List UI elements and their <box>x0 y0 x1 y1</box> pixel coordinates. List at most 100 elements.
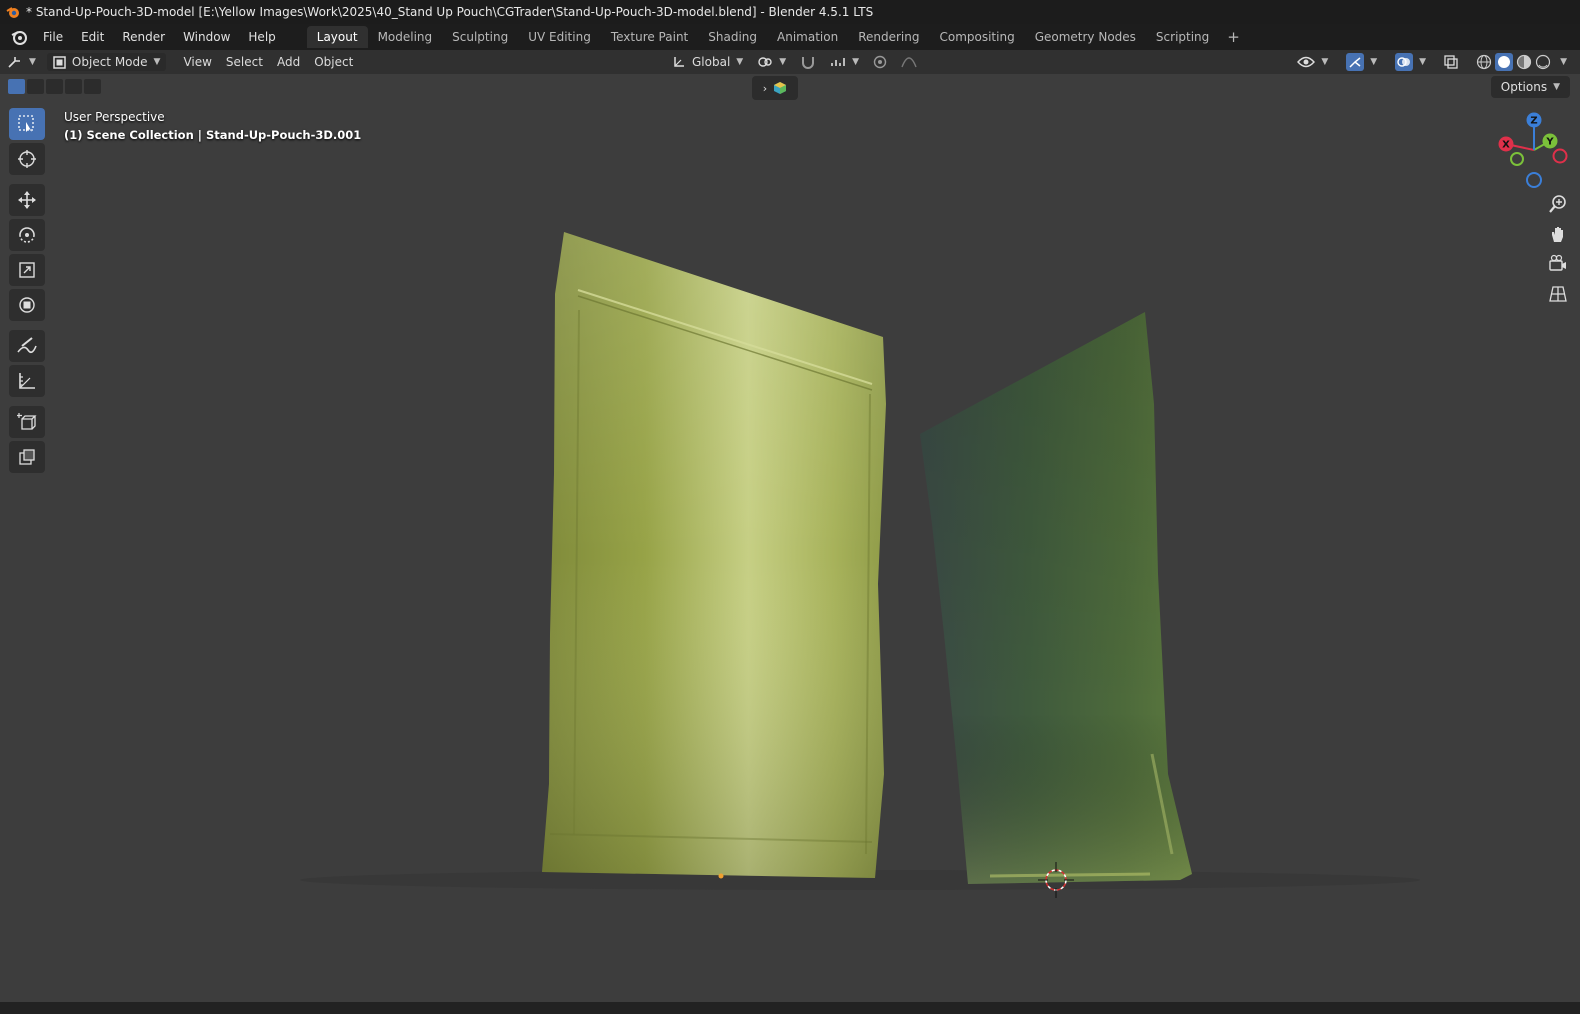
proportional-edit-toggle[interactable] <box>866 53 894 71</box>
select-box-icon <box>18 115 34 132</box>
pan-button[interactable] <box>1546 222 1570 246</box>
axis-x-label: X <box>1502 140 1510 151</box>
mode-select[interactable]: Object Mode ▼ <box>46 53 167 71</box>
add-primitive-icon <box>19 449 35 465</box>
pouch-front[interactable] <box>542 232 886 878</box>
gizmo-toggle[interactable]: ▼ <box>1339 51 1384 73</box>
pouch-back[interactable] <box>920 312 1192 884</box>
zoom-button[interactable] <box>1546 192 1570 216</box>
menu-help[interactable]: Help <box>239 28 284 46</box>
select-invert-icon[interactable] <box>65 79 82 94</box>
material-shading-icon[interactable] <box>1516 54 1532 70</box>
measure-tool[interactable] <box>9 365 45 397</box>
pivot-icon <box>758 57 772 67</box>
menu-window[interactable]: Window <box>174 28 239 46</box>
tab-texture-paint[interactable]: Texture Paint <box>601 26 698 48</box>
mode-label: Object Mode <box>71 55 148 69</box>
chevron-down-icon: ▼ <box>153 57 161 67</box>
select-subtract-icon[interactable] <box>46 79 63 94</box>
tab-compositing[interactable]: Compositing <box>929 26 1024 48</box>
viewport-info: User Perspective (1) Scene Collection | … <box>64 108 361 144</box>
proportional-falloff-select[interactable] <box>894 53 924 71</box>
chevron-down-icon: ▼ <box>29 57 36 67</box>
select-intersect-icon[interactable] <box>84 79 101 94</box>
editor-type-button[interactable]: ▼ <box>0 53 43 71</box>
zoom-icon <box>1549 195 1566 213</box>
add-primitive-tool[interactable] <box>9 441 45 473</box>
cursor-tool[interactable] <box>9 143 45 175</box>
tab-scripting[interactable]: Scripting <box>1146 26 1219 48</box>
shading-modes: ▼ <box>1469 51 1574 73</box>
annotate-tool[interactable] <box>9 330 45 362</box>
workspace-tabs: Layout Modeling Sculpting UV Editing Tex… <box>306 26 1248 48</box>
add-workspace-button[interactable]: + <box>1219 26 1248 48</box>
navigation-gizmo[interactable]: X Y Z <box>1494 108 1572 188</box>
select-box-tool[interactable] <box>9 108 45 140</box>
menu-edit[interactable]: Edit <box>72 28 113 46</box>
viewport-display-controls: ▼ ▼ ▼ ▼ <box>1290 50 1574 74</box>
pivot-point-select[interactable]: ▼ <box>750 53 793 71</box>
snap-increment-icon <box>831 58 845 66</box>
measure-icon <box>19 373 35 389</box>
scale-icon <box>19 262 35 278</box>
annotate-icon <box>17 337 37 354</box>
asset-shelf-toggle[interactable]: › <box>752 76 798 100</box>
rotate-tool[interactable] <box>9 219 45 251</box>
tab-modeling[interactable]: Modeling <box>368 26 443 48</box>
3d-viewport[interactable]: User Perspective (1) Scene Collection | … <box>0 74 1580 1002</box>
status-bar <box>0 1002 1580 1014</box>
transform-tool[interactable] <box>9 289 45 321</box>
tab-shading[interactable]: Shading <box>698 26 767 48</box>
pan-hand-icon <box>1552 227 1563 242</box>
object-origin <box>718 873 724 879</box>
overlays-icon <box>1395 53 1414 71</box>
perspective-toggle-button[interactable] <box>1546 282 1570 306</box>
overlays-toggle[interactable]: ▼ <box>1388 51 1433 73</box>
object-mode-icon <box>53 55 66 69</box>
wireframe-shading-icon[interactable] <box>1476 54 1492 70</box>
axis-neg-y[interactable] <box>1510 152 1524 166</box>
chevron-down-icon: ▼ <box>1370 57 1378 67</box>
menu-select[interactable]: Select <box>219 53 270 71</box>
menu-render[interactable]: Render <box>113 28 174 46</box>
snap-target-select[interactable]: ▼ <box>823 53 866 71</box>
move-tool[interactable] <box>9 184 45 216</box>
rendered-shading-icon[interactable] <box>1535 54 1551 70</box>
tab-geometry-nodes[interactable]: Geometry Nodes <box>1025 26 1146 48</box>
add-cube-tool[interactable] <box>9 406 45 438</box>
tab-layout[interactable]: Layout <box>306 26 368 48</box>
gizmo-icon <box>1346 53 1365 71</box>
menu-view[interactable]: View <box>176 53 218 71</box>
solid-shading-icon[interactable] <box>1495 53 1514 71</box>
camera-view-button[interactable] <box>1546 252 1570 276</box>
menu-file[interactable]: File <box>34 28 72 46</box>
options-dropdown[interactable]: Options ▼ <box>1490 76 1570 98</box>
eye-icon <box>1297 56 1316 68</box>
snap-toggle[interactable] <box>793 53 823 71</box>
chevron-down-icon: ▼ <box>1553 82 1560 92</box>
rotate-icon <box>19 227 35 243</box>
tab-rendering[interactable]: Rendering <box>848 26 929 48</box>
blender-menu-icon[interactable] <box>10 28 28 46</box>
camera-icon <box>1549 254 1566 271</box>
transform-orientation-select[interactable]: Global ▼ <box>665 53 750 71</box>
chevron-down-icon: ▼ <box>779 57 787 67</box>
select-extend-icon[interactable] <box>27 79 44 94</box>
move-icon <box>18 191 36 209</box>
tab-uv-editing[interactable]: UV Editing <box>518 26 601 48</box>
scale-tool[interactable] <box>9 254 45 286</box>
tab-animation[interactable]: Animation <box>767 26 848 48</box>
tab-sculpting[interactable]: Sculpting <box>442 26 518 48</box>
collection-cube-icon <box>774 82 787 94</box>
chevron-down-icon: ▼ <box>852 57 860 67</box>
xray-toggle[interactable] <box>1437 53 1465 71</box>
axis-neg-z[interactable] <box>1526 172 1542 188</box>
visibility-select[interactable]: ▼ <box>1290 53 1335 71</box>
editor-type-icon <box>8 57 20 68</box>
cursor-icon <box>18 150 36 168</box>
menu-add[interactable]: Add <box>270 53 307 71</box>
axis-neg-x[interactable] <box>1552 148 1568 164</box>
chevron-down-icon[interactable]: ▼ <box>1560 57 1567 67</box>
select-set-icon[interactable] <box>8 79 25 94</box>
menu-object[interactable]: Object <box>307 53 360 71</box>
